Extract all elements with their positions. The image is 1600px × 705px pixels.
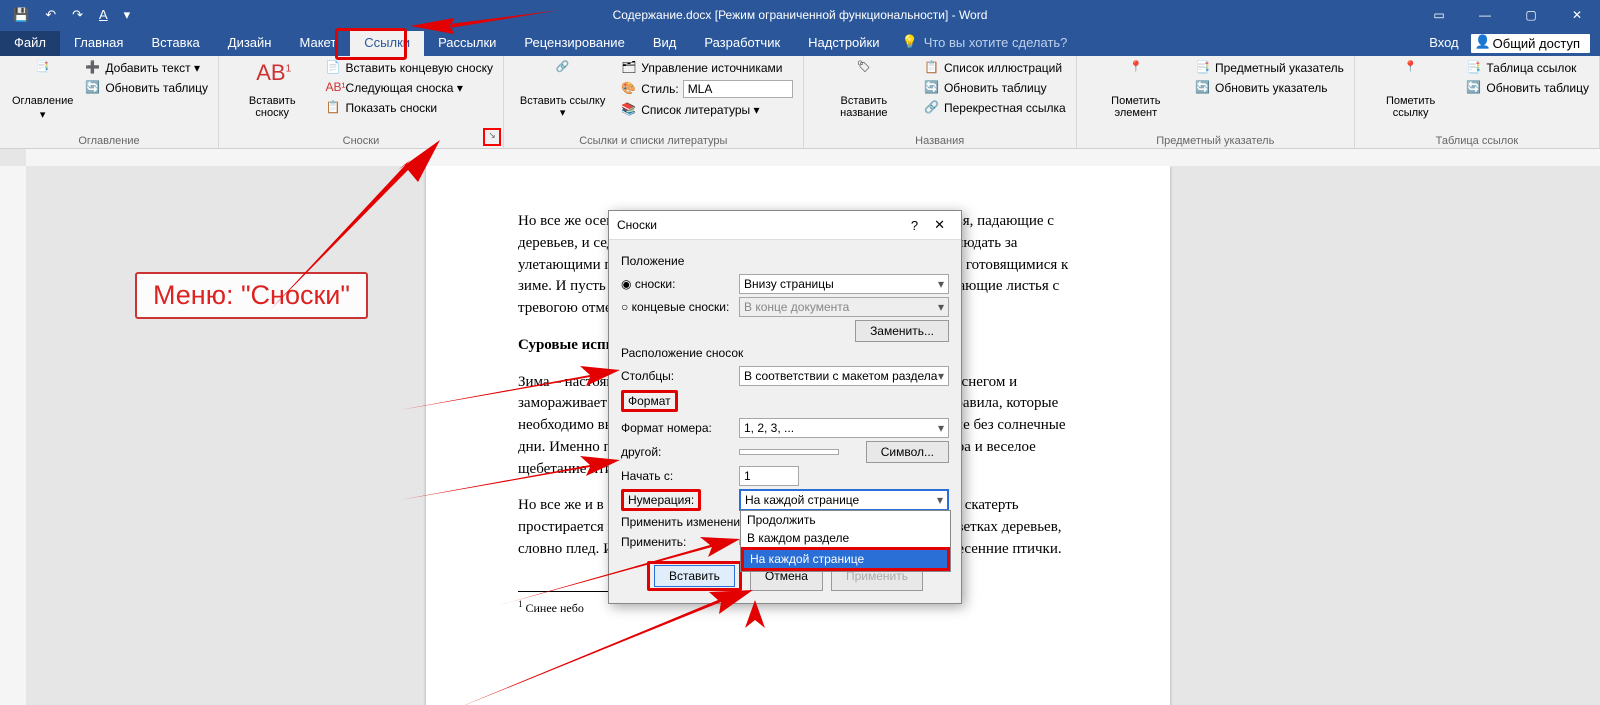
update-toc-button[interactable]: 🔄Обновить таблицу [83, 79, 210, 97]
group-toc: 📑Оглавление▾ ➕Добавить текст ▾ 🔄Обновить… [0, 56, 219, 148]
custom-mark-input[interactable] [739, 449, 839, 455]
number-format-select[interactable]: 1, 2, 3, ... [739, 418, 949, 438]
close-icon[interactable]: ✕ [1554, 8, 1600, 22]
ribbon: 📑Оглавление▾ ➕Добавить текст ▾ 🔄Обновить… [0, 56, 1600, 149]
group-footnotes: AB1Вставить сноску 📄Вставить концевую сн… [219, 56, 504, 148]
apply-to-label: Применить: [621, 535, 739, 549]
tab-design[interactable]: Дизайн [214, 31, 286, 56]
swap-button[interactable]: Заменить... [855, 320, 949, 342]
ribbon-tabs: Файл Главная Вставка Дизайн Макет Ссылки… [0, 29, 1600, 56]
login-link[interactable]: Вход [1429, 35, 1458, 56]
dialog-close-icon[interactable]: ✕ [926, 217, 953, 233]
tab-home[interactable]: Главная [60, 31, 137, 56]
group-title-authorities: Таблица ссылок [1363, 133, 1591, 148]
section-position: Положение [621, 254, 949, 268]
insert-citation-button[interactable]: 🔗Вставить ссылку ▾ [512, 59, 613, 133]
style-dropdown[interactable]: 🎨Стиль: MLA [619, 79, 794, 99]
group-captions: 🏷Вставить название 📋Список иллюстраций 🔄… [804, 56, 1077, 148]
insert-button[interactable]: Вставить [654, 565, 735, 587]
footnotes-launcher[interactable]: ↘ [483, 128, 501, 146]
group-index: 📍Пометить элемент 📑Предметный указатель … [1077, 56, 1355, 148]
undo-icon[interactable]: ↶ [40, 5, 61, 25]
redo-icon[interactable]: ↷ [67, 5, 88, 25]
next-footnote-button[interactable]: AB¹Следующая сноска ▾ [324, 79, 495, 97]
start-at-label: Начать с: [621, 469, 739, 483]
tab-mailings[interactable]: Рассылки [424, 31, 510, 56]
toc-button[interactable]: 📑Оглавление▾ [8, 59, 77, 133]
maximize-icon[interactable]: ▢ [1508, 8, 1554, 22]
number-format-label: Формат номера: [621, 421, 739, 435]
add-text-button[interactable]: ➕Добавить текст ▾ [83, 59, 210, 77]
dropdown-option[interactable]: В каждом разделе [741, 529, 950, 547]
group-title-footnotes: Сноски [227, 133, 495, 148]
save-icon[interactable]: 💾 [8, 5, 34, 25]
ruler-vertical [0, 166, 27, 705]
mark-citation-button[interactable]: 📍Пометить ссылку [1363, 59, 1458, 133]
quick-access-toolbar: 💾 ↶ ↷ A ▾ [8, 5, 135, 25]
footnote-location-select[interactable]: Внизу страницы [739, 274, 949, 294]
share-button[interactable]: Общий доступ [1471, 34, 1590, 53]
qat-more-icon[interactable]: ▾ [119, 5, 136, 25]
numbering-dropdown: Продолжить В каждом разделе На каждой ст… [740, 510, 951, 572]
insert-authorities-button[interactable]: 📑Таблица ссылок [1464, 59, 1591, 77]
radio-footnotes[interactable]: ◉ сноски: [621, 277, 739, 291]
insert-caption-button[interactable]: 🏷Вставить название [812, 59, 916, 133]
dialog-titlebar[interactable]: Сноски ? ✕ [609, 211, 961, 240]
list-figures-button[interactable]: 📋Список иллюстраций [922, 59, 1068, 77]
insert-endnote-button[interactable]: 📄Вставить концевую сноску [324, 59, 495, 77]
show-notes-button[interactable]: 📋Показать сноски [324, 99, 495, 117]
minimize-icon[interactable]: — [1462, 8, 1508, 22]
radio-endnotes[interactable]: ○ концевые сноски: [621, 300, 739, 314]
callout-label: Меню: "Сноски" [135, 272, 368, 319]
tab-addins[interactable]: Надстройки [794, 31, 893, 56]
group-citations: 🔗Вставить ссылку ▾ 🗂Управление источника… [504, 56, 804, 148]
dropdown-option-selected[interactable]: На каждой странице [741, 547, 950, 571]
section-format: Формат [621, 390, 949, 412]
bibliography-button[interactable]: 📚Список литературы ▾ [619, 101, 794, 119]
tab-insert[interactable]: Вставка [137, 31, 213, 56]
highlight-tab [335, 28, 407, 60]
update-index-button[interactable]: 🔄Обновить указатель [1193, 79, 1346, 97]
window-controls: ▭ — ▢ ✕ [1416, 8, 1600, 22]
group-title-index: Предметный указатель [1085, 133, 1346, 148]
numbering-select[interactable]: На каждой странице [739, 489, 949, 511]
tab-developer[interactable]: Разработчик [690, 31, 794, 56]
font-color-icon[interactable]: A [94, 5, 113, 24]
numbering-label: Нумерация: [621, 489, 739, 511]
dropdown-option[interactable]: Продолжить [741, 511, 950, 529]
insert-footnote-button[interactable]: AB1Вставить сноску [227, 59, 318, 133]
dialog-help-icon[interactable]: ? [903, 218, 926, 233]
tab-file[interactable]: Файл [0, 31, 60, 56]
titlebar: 💾 ↶ ↷ A ▾ Содержание.docx [Режим огранич… [0, 0, 1600, 29]
tab-view[interactable]: Вид [639, 31, 691, 56]
ribbon-collapse-icon[interactable]: ▭ [1416, 8, 1462, 22]
cross-reference-button[interactable]: 🔗Перекрестная ссылка [922, 99, 1068, 117]
tell-me[interactable]: 💡 Что вы хотите сделать? [902, 34, 1068, 56]
custom-mark-label: другой: [621, 445, 739, 459]
mark-entry-button[interactable]: 📍Пометить элемент [1085, 59, 1187, 133]
dialog-title: Сноски [617, 218, 903, 232]
group-title-captions: Названия [812, 133, 1068, 148]
group-title-toc: Оглавление [8, 133, 210, 148]
update-figures-button[interactable]: 🔄Обновить таблицу [922, 79, 1068, 97]
window-title: Содержание.docx [Режим ограниченной функ… [613, 8, 988, 22]
insert-index-button[interactable]: 📑Предметный указатель [1193, 59, 1346, 77]
symbol-button[interactable]: Символ... [866, 441, 949, 463]
group-authorities: 📍Пометить ссылку 📑Таблица ссылок 🔄Обнови… [1355, 56, 1600, 148]
group-title-citations: Ссылки и списки литературы [512, 133, 795, 148]
tab-review[interactable]: Рецензирование [510, 31, 638, 56]
columns-select[interactable]: В соответствии с макетом раздела [739, 366, 949, 386]
endnote-location-select: В конце документа [739, 297, 949, 317]
manage-sources-button[interactable]: 🗂Управление источниками [619, 59, 794, 77]
update-authorities-button[interactable]: 🔄Обновить таблицу [1464, 79, 1591, 97]
start-at-input[interactable]: 1 [739, 466, 799, 486]
section-layout: Расположение сносок [621, 346, 949, 360]
columns-label: Столбцы: [621, 369, 739, 383]
